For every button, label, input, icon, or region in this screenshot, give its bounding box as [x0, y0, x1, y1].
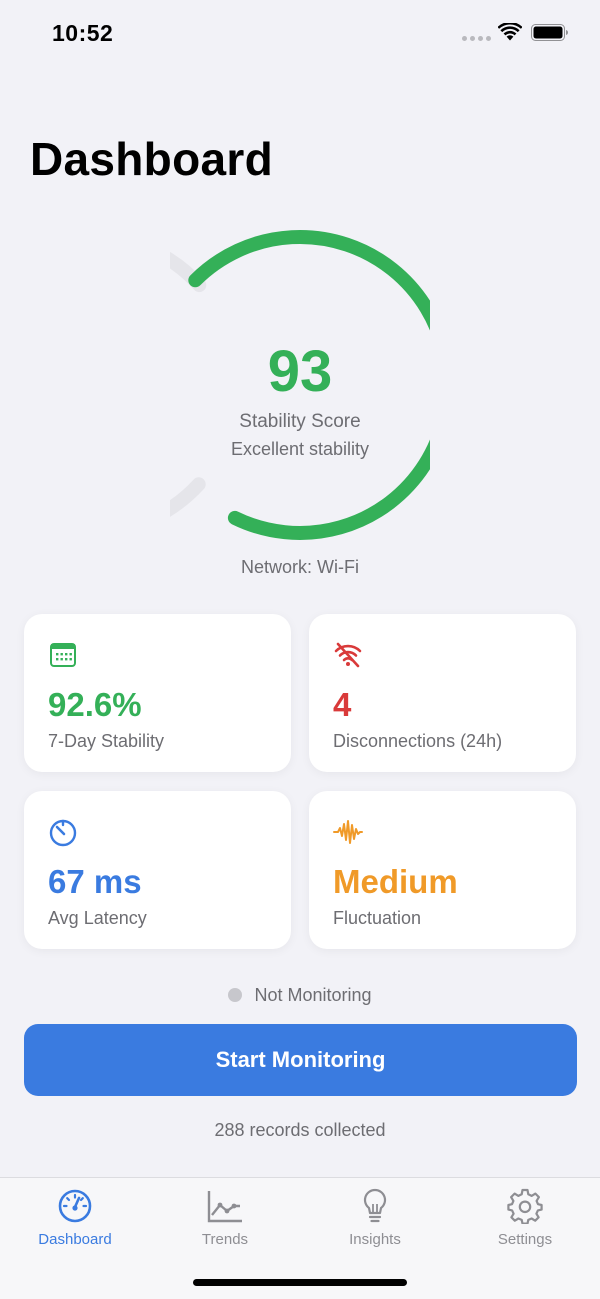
fluctuation-card[interactable]: Medium Fluctuation [309, 791, 576, 949]
avg-latency-value: 67 ms [48, 863, 142, 900]
records-collected: 288 records collected [214, 1120, 386, 1140]
avg-latency-card[interactable]: 67 ms Avg Latency [24, 791, 291, 949]
tab-trends[interactable]: Trends [150, 1178, 300, 1268]
stability-score-label: Stability Score [239, 411, 361, 432]
fluctuation-value: Medium [333, 863, 458, 900]
start-monitoring-button[interactable]: Start Monitoring [24, 1024, 577, 1096]
wifi-off-icon [334, 642, 362, 668]
chart-line-icon [207, 1191, 242, 1223]
tab-insights-label: Insights [349, 1231, 401, 1248]
status-time: 10:52 [52, 20, 114, 46]
disconnections-label: Disconnections (24h) [333, 731, 503, 751]
cellular-dots-icon [462, 36, 491, 42]
tab-settings[interactable]: Settings [450, 1178, 600, 1268]
tab-dashboard[interactable]: Dashboard [0, 1178, 150, 1268]
battery-icon [531, 24, 568, 41]
wifi-icon [498, 23, 522, 41]
gauge-icon [58, 1189, 92, 1223]
seven-day-stability-value: 92.6% [48, 686, 142, 723]
calendar-icon [50, 643, 76, 667]
fluctuation-label: Fluctuation [333, 908, 422, 928]
tab-settings-label: Settings [497, 1231, 553, 1248]
disconnections-value: 4 [333, 686, 352, 723]
seven-day-stability-label: 7-Day Stability [48, 731, 165, 751]
disconnections-card[interactable]: 4 Disconnections (24h) [309, 614, 576, 772]
stability-score-subtitle: Excellent stability [230, 439, 370, 459]
tab-insights[interactable]: Insights [300, 1178, 450, 1268]
status-bar: 10:52 [0, 0, 600, 66]
lightbulb-icon [363, 1188, 387, 1223]
status-dot-icon [228, 988, 243, 1002]
avg-latency-label: Avg Latency [48, 908, 147, 928]
timer-icon [49, 819, 77, 847]
gear-icon [507, 1188, 543, 1224]
seven-day-stability-card[interactable]: 92.6% 7-Day Stability [24, 614, 291, 772]
tab-dashboard-label: Dashboard [38, 1231, 112, 1248]
stability-score-value: 93 [267, 339, 333, 404]
monitoring-status: Not Monitoring [0, 985, 600, 1006]
page-title: Dashboard [30, 133, 273, 185]
network-label: Network: Wi-Fi [241, 557, 359, 577]
home-indicator [193, 1279, 407, 1286]
tab-trends-label: Trends [201, 1231, 249, 1248]
monitoring-status-text: Not Monitoring [254, 985, 372, 1005]
waveform-icon [333, 820, 363, 844]
